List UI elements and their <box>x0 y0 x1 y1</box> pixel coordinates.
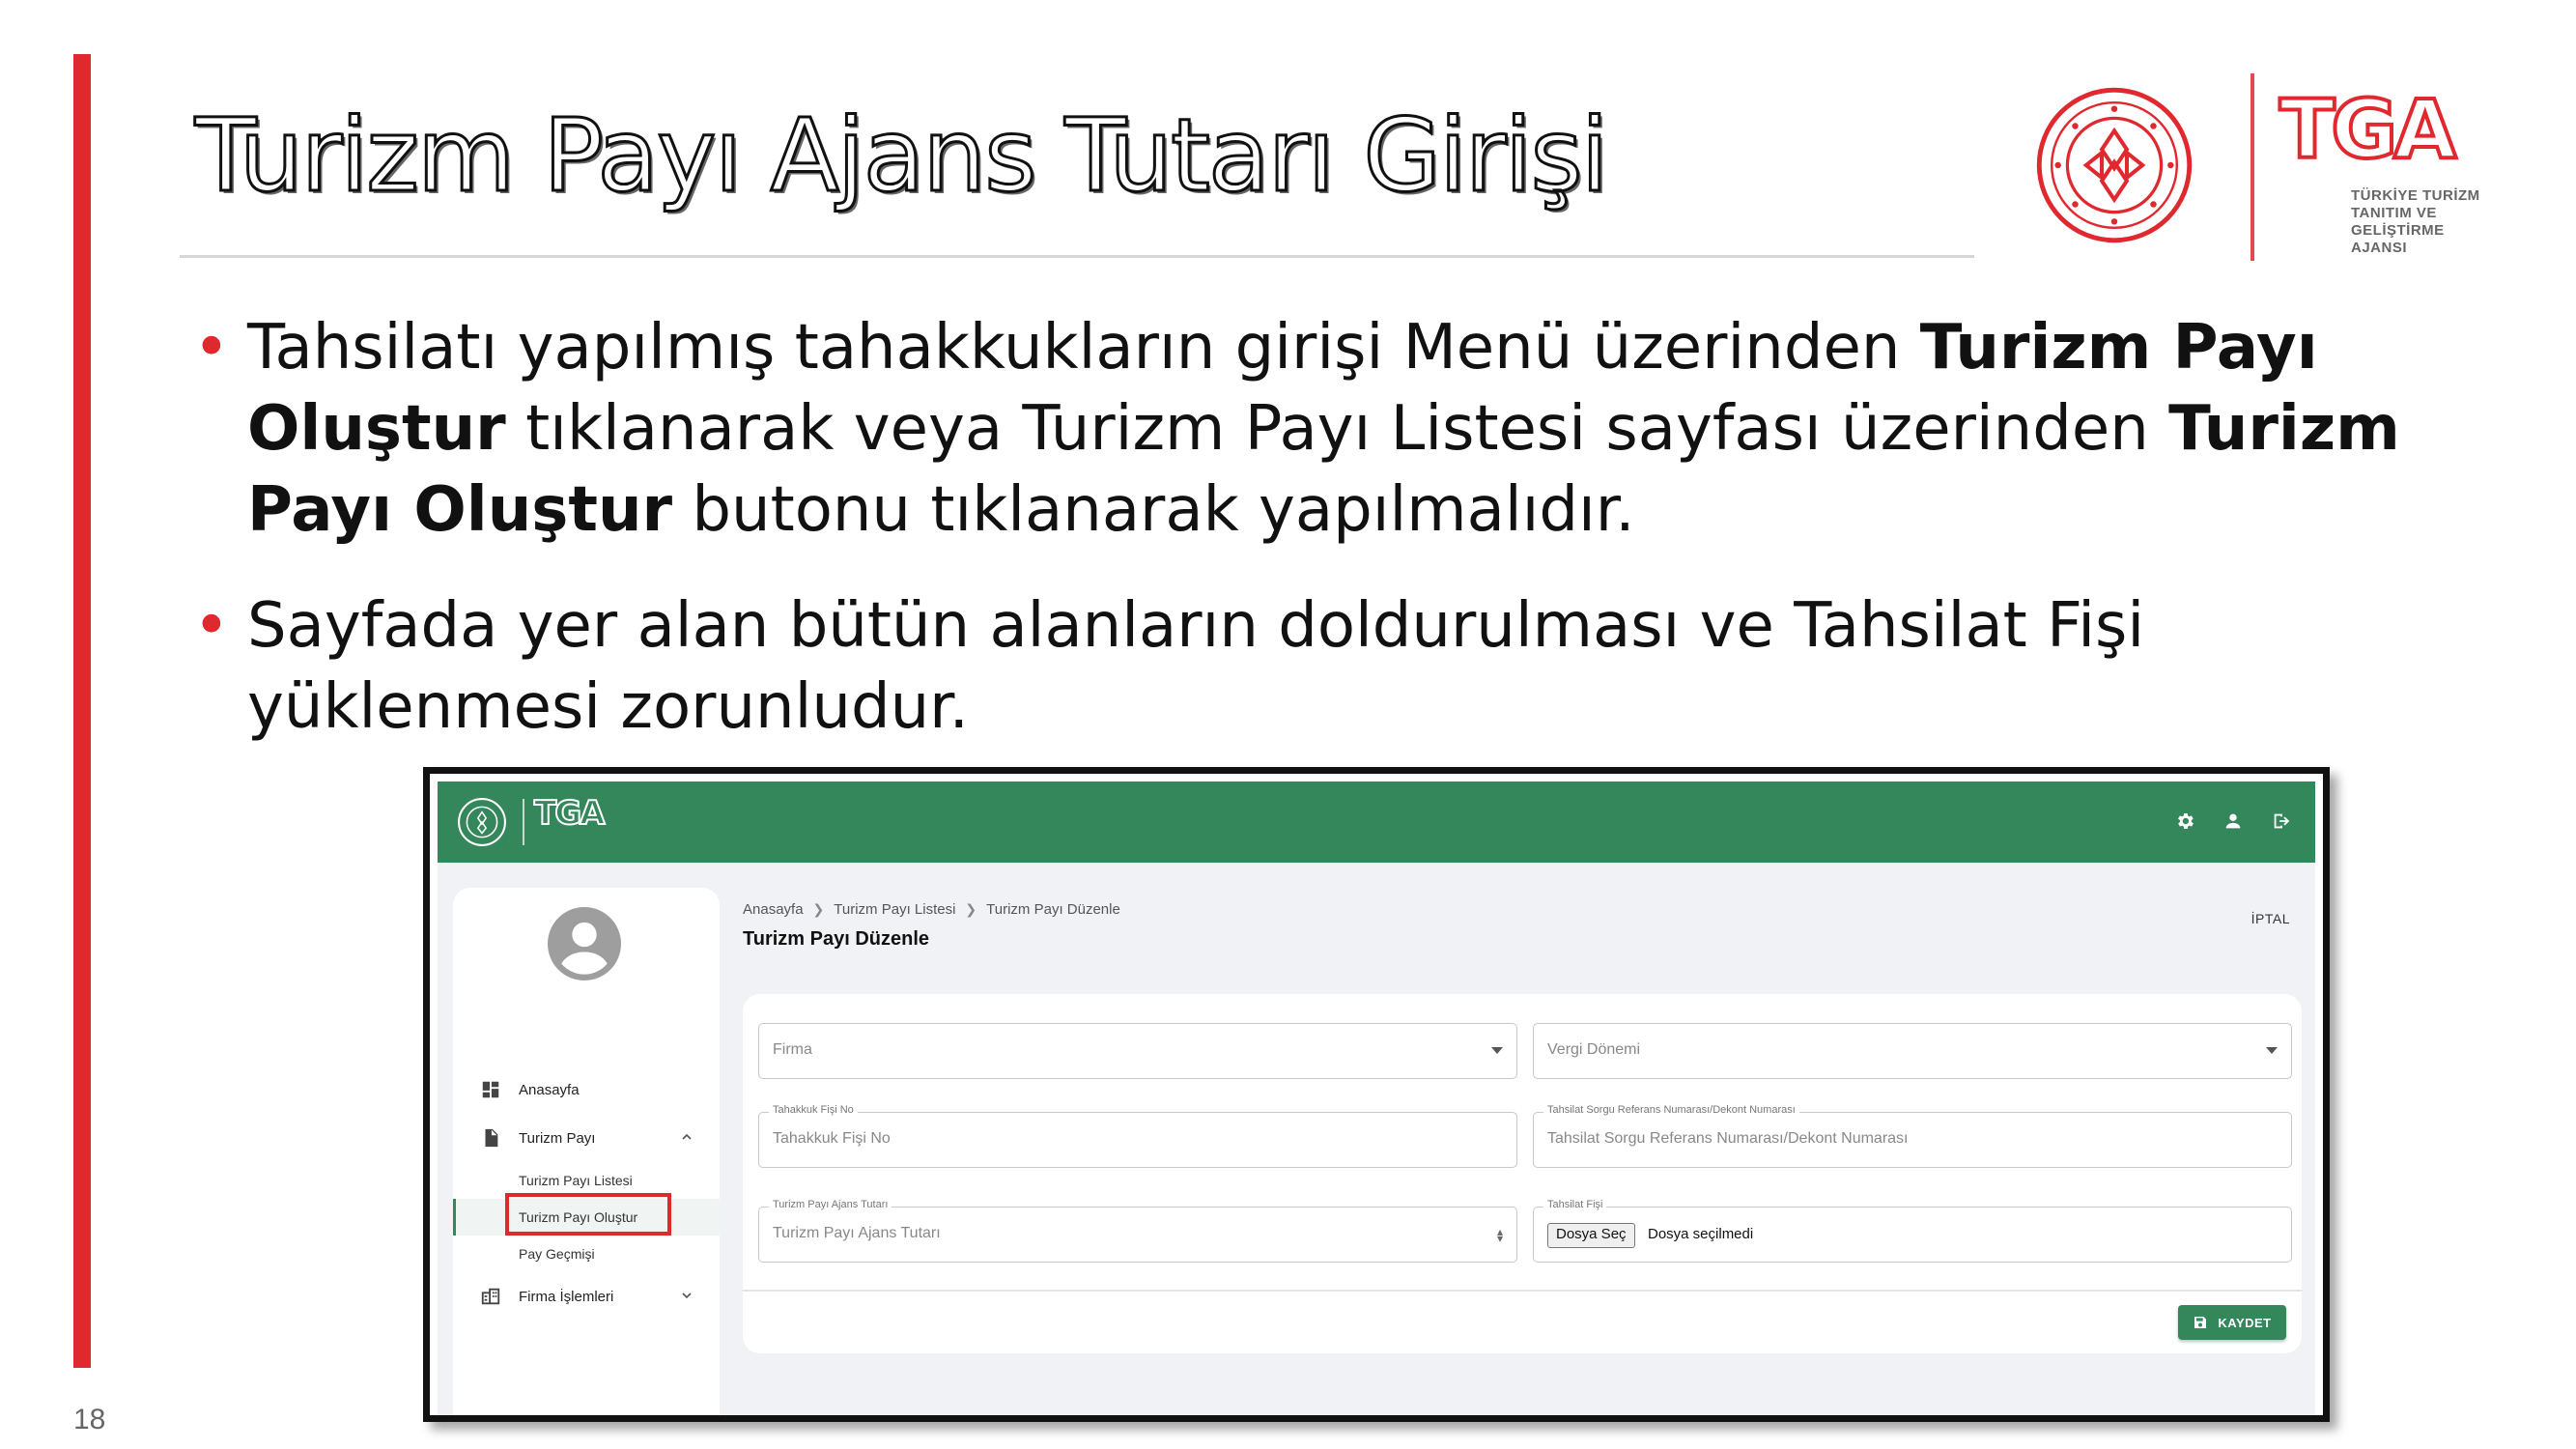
sidebar-item-firma-islemleri[interactable]: Firma İşlemleri <box>453 1272 720 1321</box>
title-divider <box>180 255 1974 258</box>
document-icon <box>485 1128 498 1148</box>
header-actions <box>2174 810 2292 832</box>
bullet-item: Tahsilatı yapılmış tahakkukların girişi … <box>193 307 2492 551</box>
chevron-right-icon: ❯ <box>965 901 977 917</box>
chevron-right-icon: ❯ <box>812 901 825 917</box>
page-number: 18 <box>73 1404 106 1435</box>
app-screenshot: TGA Anasayfa Turizm Payı Turizm Payı Lis… <box>423 767 2330 1422</box>
sidebar: Anasayfa Turizm Payı Turizm Payı Listesi… <box>453 888 720 1415</box>
tahsilat-referans-input[interactable]: Tahsilat Sorgu Referans Numarası/Dekont … <box>1533 1104 2292 1168</box>
annotation-highlight <box>505 1193 671 1236</box>
ajans-tutari-input[interactable]: Turizm Payı Ajans Tutarı Turizm Payı Aja… <box>758 1199 1517 1263</box>
dashboard-icon <box>482 1081 499 1098</box>
vergi-donemi-select[interactable]: Vergi Dönemi <box>1533 1023 2292 1079</box>
bullet-item: Sayfada yer alan bütün alanların dolduru… <box>193 585 2492 748</box>
tahsilat-fisi-file-input: Tahsilat Fişi Dosya Seç Dosya seçilmedi <box>1533 1199 2292 1263</box>
slide-title: Turizm Payı Ajans Tutarı Girişi <box>194 96 1611 216</box>
ministry-seal-icon <box>458 798 506 846</box>
sidebar-subitem-turizm-payi-olustur[interactable]: Turizm Payı Oluştur <box>453 1193 720 1236</box>
bullet-list: Tahsilatı yapılmış tahakkukların girişi … <box>193 307 2492 782</box>
accent-bar <box>73 54 91 1368</box>
breadcrumb-current: Turizm Payı Düzenle <box>986 901 1120 918</box>
save-button[interactable]: KAYDET <box>2178 1305 2286 1340</box>
header-divider <box>523 799 524 845</box>
sidebar-subitem-pay-gecmisi[interactable]: Pay Geçmişi <box>453 1236 720 1272</box>
firma-select[interactable]: Firma <box>758 1023 1517 1079</box>
building-icon <box>481 1288 500 1305</box>
caret-down-icon <box>1491 1047 1503 1054</box>
gear-icon[interactable] <box>2174 810 2195 832</box>
choose-file-button[interactable]: Dosya Seç <box>1547 1223 1635 1248</box>
breadcrumb: Anasayfa ❯ Turizm Payı Listesi ❯ Turizm … <box>743 901 1120 918</box>
app-header: TGA <box>438 781 2315 863</box>
tga-logo: TGA TÜRKİYE TURİZM TANITIM VE GELİŞTİRME… <box>2278 82 2531 256</box>
caret-down-icon <box>2266 1047 2278 1054</box>
logo-divider <box>2250 73 2254 261</box>
floppy-disk-icon <box>2194 1317 2207 1328</box>
app-window: TGA Anasayfa Turizm Payı Turizm Payı Lis… <box>438 781 2315 1415</box>
chevron-up-icon[interactable] <box>679 1129 694 1145</box>
form-card: Firma Vergi Dönemi Tahakkuk Fişi No Taha… <box>743 994 2302 1353</box>
tga-wordmark: TGA <box>2278 82 2458 177</box>
tga-subtitle: TÜRKİYE TURİZM TANITIM VE GELİŞTİRME AJA… <box>2351 187 2480 256</box>
avatar-icon[interactable] <box>548 907 621 980</box>
file-status: Dosya seçilmedi <box>1648 1226 1754 1242</box>
breadcrumb-anasayfa[interactable]: Anasayfa <box>743 901 804 918</box>
header-tga-logo: TGA <box>533 794 606 833</box>
sidebar-nav: Anasayfa Turizm Payı Turizm Payı Listesi… <box>453 1065 720 1321</box>
tahakkuk-fisi-no-input[interactable]: Tahakkuk Fişi No Tahakkuk Fişi No <box>758 1104 1517 1168</box>
cancel-button[interactable]: İPTAL <box>2251 911 2290 926</box>
ministry-seal-icon <box>2036 87 2193 243</box>
number-stepper-icon[interactable]: ▴ ▾ <box>1497 1226 1503 1244</box>
chevron-down-icon[interactable] <box>679 1288 694 1303</box>
breadcrumb-turizm-payi-listesi[interactable]: Turizm Payı Listesi <box>834 901 955 918</box>
sidebar-item-turizm-payi[interactable]: Turizm Payı <box>453 1114 720 1162</box>
sidebar-item-anasayfa[interactable]: Anasayfa <box>453 1065 720 1114</box>
form-divider <box>743 1290 2302 1292</box>
user-icon[interactable] <box>2222 810 2244 832</box>
page-title: Turizm Payı Düzenle <box>743 928 930 950</box>
logout-icon[interactable] <box>2271 810 2292 832</box>
main-content: Anasayfa ❯ Turizm Payı Listesi ❯ Turizm … <box>743 888 2302 1415</box>
